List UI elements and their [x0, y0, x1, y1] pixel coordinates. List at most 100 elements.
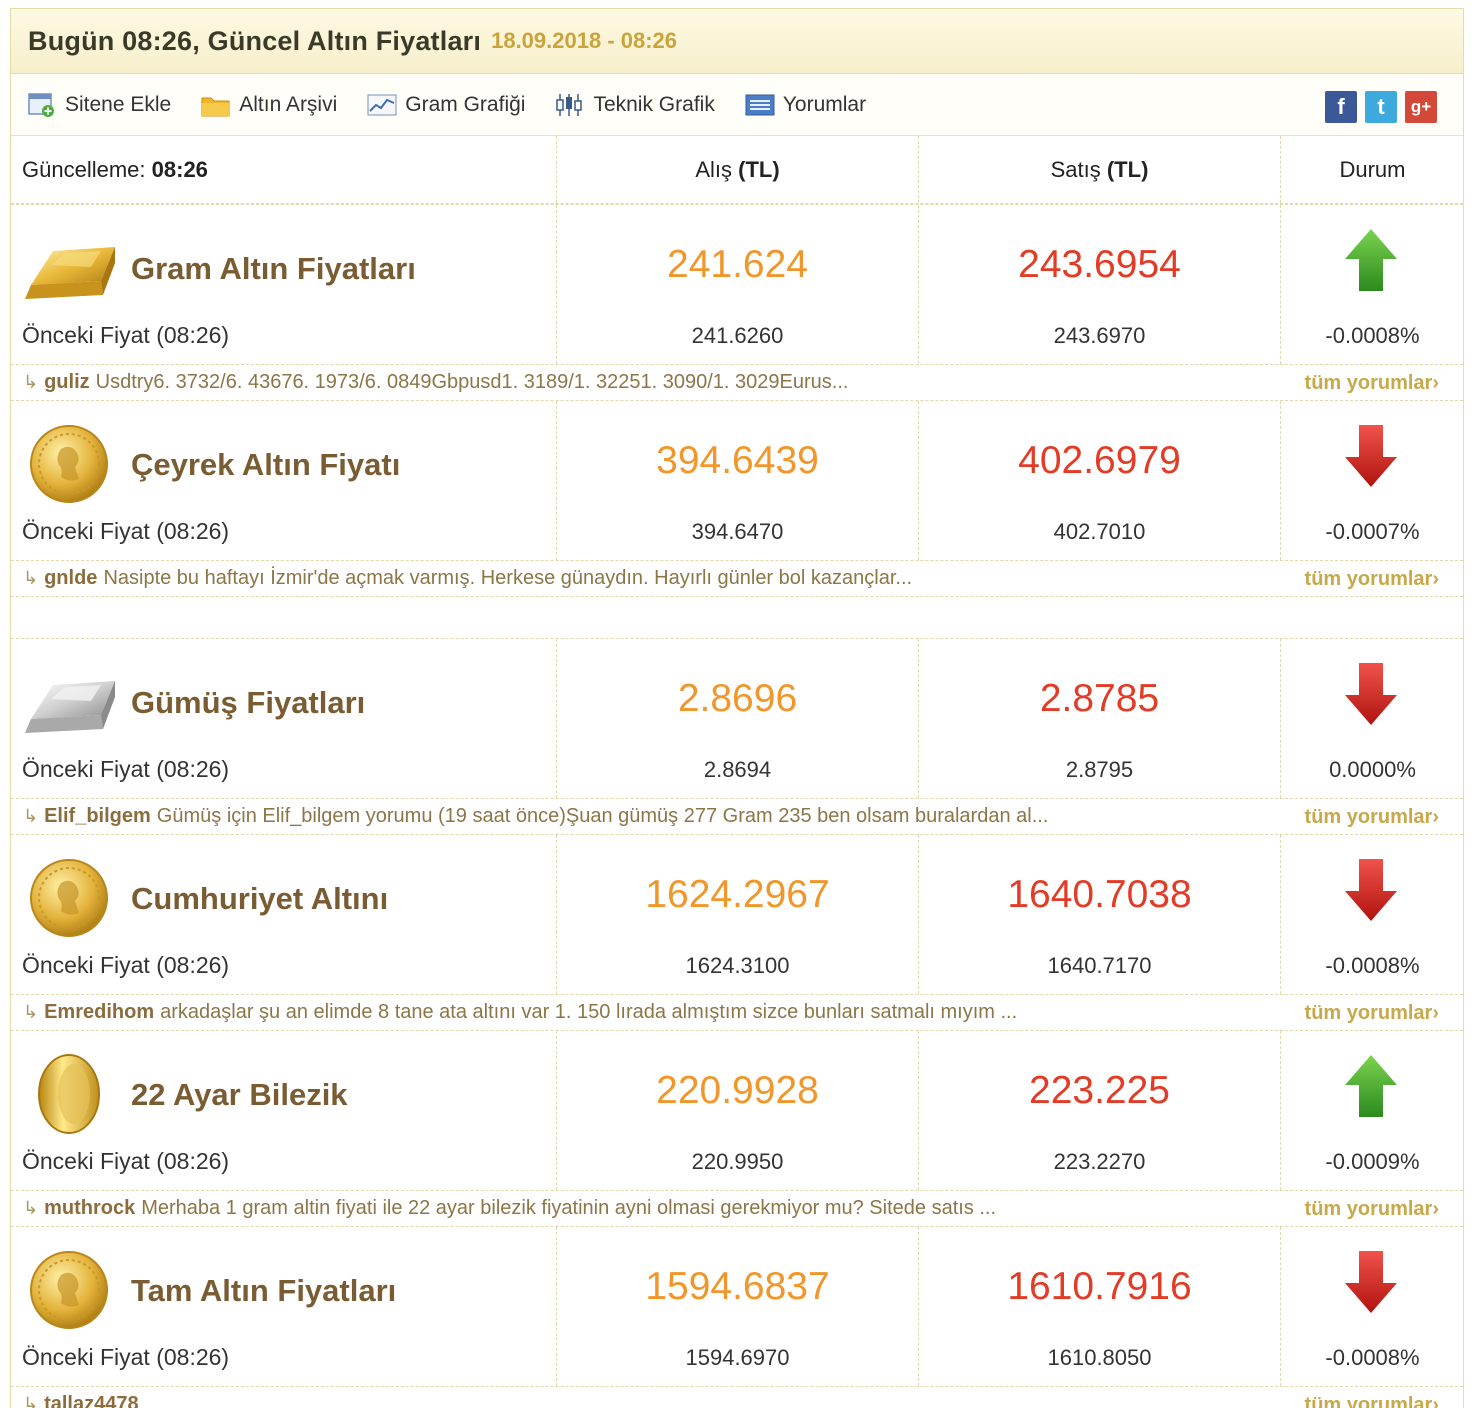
- latest-comment[interactable]: ↳ tallaz4478 tüm yorumlar›: [11, 1386, 1463, 1408]
- all-comments-link[interactable]: tüm yorumlar›: [1305, 1198, 1439, 1221]
- column-sell: Satış (TL): [918, 136, 1280, 203]
- sell-price-cell: 402.6979 402.7010: [918, 401, 1280, 560]
- product-name-cell: Çeyrek Altın Fiyatı Önceki Fiyat (08:26): [11, 401, 556, 560]
- gram-chart-link[interactable]: Gram Grafiği: [367, 92, 525, 118]
- gold-coin-icon: [21, 1249, 117, 1331]
- comment-user[interactable]: Emredihom: [44, 1001, 154, 1024]
- latest-comment[interactable]: ↳ guliz Usdtry6. 3732/6. 43676. 1973/6. …: [11, 364, 1463, 400]
- product-name-cell: Cumhuriyet Altını Önceki Fiyat (08:26): [11, 835, 556, 994]
- reply-arrow-icon: ↳: [23, 1394, 39, 1408]
- add-to-site-icon: [28, 92, 54, 117]
- all-comments-link[interactable]: tüm yorumlar›: [1305, 1002, 1439, 1025]
- comment-user[interactable]: muthrock: [44, 1197, 135, 1220]
- sell-price-cell: 243.6954 243.6970: [918, 205, 1280, 364]
- previous-sell-price: 223.2270: [1053, 1149, 1146, 1174]
- sell-price-cell: 1640.7038 1640.7170: [918, 835, 1280, 994]
- buy-price-cell: 220.9928 220.9950: [556, 1031, 918, 1190]
- product-name-link[interactable]: Çeyrek Altın Fiyatı: [131, 447, 400, 483]
- previous-sell-price: 243.6970: [1053, 323, 1146, 348]
- change-percent: -0.0009%: [1325, 1149, 1420, 1174]
- reply-arrow-icon: ↳: [23, 1198, 39, 1218]
- status-cell: -0.0008%: [1280, 835, 1463, 994]
- gold-archive-link[interactable]: Altın Arşivi: [201, 92, 337, 118]
- silver-bar-icon: [21, 661, 117, 743]
- arrow-down-icon: [1343, 857, 1399, 923]
- previous-price-label: Önceki Fiyat (08:26): [22, 518, 230, 544]
- product-row: Gram Altın Fiyatları Önceki Fiyat (08:26…: [11, 204, 1463, 400]
- sell-price: 1610.7916: [1007, 1265, 1192, 1308]
- sell-price-cell: 223.225 223.2270: [918, 1031, 1280, 1190]
- all-comments-link[interactable]: tüm yorumlar›: [1305, 568, 1439, 591]
- comment-text: arkadaşlar şu an elimde 8 tane ata altın…: [160, 1001, 1018, 1023]
- buy-price-cell: 241.624 241.6260: [556, 205, 918, 364]
- previous-buy-price: 1624.3100: [685, 953, 790, 978]
- update-info: Güncelleme: 08:26: [11, 136, 556, 203]
- product-name-link[interactable]: 22 Ayar Bilezik: [131, 1077, 348, 1113]
- latest-comment[interactable]: ↳ gnlde Nasipte bu haftayı İzmir'de açma…: [11, 560, 1463, 596]
- candlestick-icon: [556, 93, 583, 116]
- reply-arrow-icon: ↳: [23, 372, 39, 392]
- comment-user[interactable]: guliz: [44, 371, 90, 394]
- product-name-link[interactable]: Tam Altın Fiyatları: [131, 1273, 396, 1309]
- sell-price-cell: 2.8785 2.8795: [918, 639, 1280, 798]
- comments-link[interactable]: Yorumlar: [745, 92, 866, 118]
- gram-chart-label: Gram Grafiği: [405, 92, 526, 116]
- gold-bar-icon: [21, 227, 117, 309]
- column-buy-currency: (TL): [738, 156, 780, 182]
- add-to-site-label: Sitene Ekle: [65, 92, 172, 116]
- previous-sell-price: 402.7010: [1053, 519, 1146, 544]
- gold-price-widget: Bugün 08:26, Güncel Altın Fiyatları 18.0…: [10, 8, 1464, 1408]
- all-comments-link[interactable]: tüm yorumlar›: [1305, 806, 1439, 829]
- product-name-link[interactable]: Gümüş Fiyatları: [131, 685, 365, 721]
- previous-price-label: Önceki Fiyat (08:26): [22, 1148, 230, 1174]
- all-comments-link[interactable]: tüm yorumlar›: [1305, 1394, 1439, 1408]
- all-comments-link[interactable]: tüm yorumlar›: [1305, 372, 1439, 395]
- sell-price: 402.6979: [1018, 439, 1181, 482]
- change-percent: 0.0000%: [1329, 757, 1416, 782]
- product-row: Cumhuriyet Altını Önceki Fiyat (08:26) 1…: [11, 834, 1463, 1030]
- google-plus-icon[interactable]: g+: [1405, 91, 1437, 123]
- previous-price-label: Önceki Fiyat (08:26): [22, 322, 230, 348]
- comment-text: Gümüş için Elif_bilgem yorumu (19 saat ö…: [156, 805, 1049, 827]
- sell-price-cell: 1610.7916 1610.8050: [918, 1227, 1280, 1386]
- arrow-down-icon: [1343, 423, 1399, 489]
- arrow-up-icon: [1343, 1053, 1399, 1119]
- gold-coin-icon: [21, 857, 117, 939]
- product-row: 22 Ayar Bilezik Önceki Fiyat (08:26) 220…: [11, 1030, 1463, 1226]
- product-name-link[interactable]: Cumhuriyet Altını: [131, 881, 388, 917]
- previous-sell-price: 1610.8050: [1047, 1345, 1152, 1370]
- product-name-cell: Gram Altın Fiyatları Önceki Fiyat (08:26…: [11, 205, 556, 364]
- row-spacer: [11, 596, 1463, 638]
- arrow-down-icon: [1343, 1249, 1399, 1315]
- comment-text: Merhaba 1 gram altin fiyati ile 22 ayar …: [141, 1197, 997, 1219]
- product-name-cell: Gümüş Fiyatları Önceki Fiyat (08:26): [11, 639, 556, 798]
- latest-comment[interactable]: ↳ Elif_bilgem Gümüş için Elif_bilgem yor…: [11, 798, 1463, 834]
- comment-user[interactable]: gnlde: [44, 567, 97, 590]
- facebook-icon[interactable]: f: [1325, 91, 1357, 123]
- status-cell: -0.0008%: [1280, 1227, 1463, 1386]
- change-percent: -0.0008%: [1325, 953, 1420, 978]
- latest-comment[interactable]: ↳ muthrock Merhaba 1 gram altin fiyati i…: [11, 1190, 1463, 1226]
- gold-coin-icon: [21, 423, 117, 505]
- product-name-cell: 22 Ayar Bilezik Önceki Fiyat (08:26): [11, 1031, 556, 1190]
- title-bar: Bugün 08:26, Güncel Altın Fiyatları 18.0…: [11, 8, 1463, 74]
- product-name-link[interactable]: Gram Altın Fiyatları: [131, 251, 416, 287]
- buy-price-cell: 1624.2967 1624.3100: [556, 835, 918, 994]
- buy-price: 1624.2967: [645, 873, 830, 916]
- column-buy: Alış (TL): [556, 136, 918, 203]
- technical-chart-link[interactable]: Teknik Grafik: [555, 92, 715, 118]
- toolbar: Sitene Ekle Altın Arşivi Gram Grafiği Te…: [11, 74, 1463, 136]
- status-cell: -0.0007%: [1280, 401, 1463, 560]
- add-to-site-link[interactable]: Sitene Ekle: [27, 92, 171, 118]
- buy-price-cell: 2.8696 2.8694: [556, 639, 918, 798]
- product-row: Gümüş Fiyatları Önceki Fiyat (08:26) 2.8…: [11, 638, 1463, 834]
- comment-user[interactable]: Elif_bilgem: [44, 805, 151, 828]
- latest-comment[interactable]: ↳ Emredihom arkadaşlar şu an elimde 8 ta…: [11, 994, 1463, 1030]
- buy-price: 2.8696: [677, 677, 798, 720]
- twitter-icon[interactable]: t: [1365, 91, 1397, 123]
- table-header: Güncelleme: 08:26 Alış (TL) Satış (TL) D…: [11, 136, 1463, 204]
- column-sell-label: Satış: [1050, 156, 1101, 182]
- previous-price-label: Önceki Fiyat (08:26): [22, 952, 230, 978]
- change-percent: -0.0007%: [1325, 519, 1420, 544]
- comment-user[interactable]: tallaz4478: [44, 1393, 139, 1408]
